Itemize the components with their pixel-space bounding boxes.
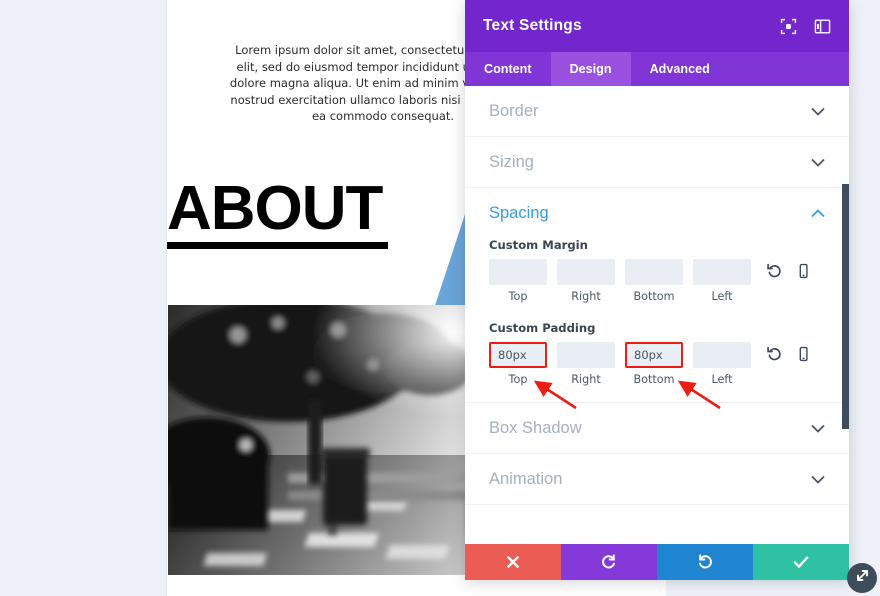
reset-icon[interactable] [767,346,782,362]
tab-design[interactable]: Design [550,52,631,86]
margin-top-caption: Top [508,290,528,303]
section-sizing: Sizing [465,137,849,188]
padding-row-actions [767,342,811,362]
custom-padding-label: Custom Padding [489,321,596,335]
section-box-shadow: Box Shadow [465,403,849,454]
tab-advanced[interactable]: Advanced [631,52,729,86]
resize-icon [854,567,871,589]
padding-left-input[interactable] [693,342,751,368]
section-border-header[interactable]: Border [489,86,825,136]
section-spacing-header[interactable]: Spacing [489,188,825,238]
responsive-icon[interactable] [796,346,811,362]
panel-scrollbar-thumb[interactable] [842,184,849,429]
section-animation: Animation [465,454,849,505]
section-animation-header[interactable]: Animation [489,454,825,504]
margin-right-caption: Right [571,290,601,303]
padding-top-input[interactable] [489,342,547,368]
page-left-border [166,0,167,596]
check-icon [793,555,809,569]
margin-left-input[interactable] [693,259,751,285]
section-box-shadow-label: Box Shadow [489,418,582,437]
tab-content-label: Content [484,62,532,76]
undo-button[interactable] [561,544,657,580]
section-sizing-header[interactable]: Sizing [489,137,825,187]
margin-right-input[interactable] [557,259,615,285]
panel-bottom-spacer [465,505,849,544]
chevron-down-icon[interactable] [811,158,825,167]
chevron-down-icon[interactable] [811,107,825,116]
undo-icon [601,554,617,570]
chevron-down-icon[interactable] [811,424,825,433]
margin-row-actions [767,259,811,279]
section-spacing: Spacing Custom Margin Top Right Bottom L… [465,188,849,403]
panel-header-actions [780,18,831,35]
screenshot-root: Lorem ipsum dolor sit amet, consectetur … [0,0,880,596]
margin-left-caption: Left [711,290,733,303]
reset-icon[interactable] [767,263,782,279]
cancel-button[interactable] [465,544,561,580]
margin-left-field: Left [693,259,751,303]
padding-right-field: Right [557,342,615,386]
padding-top-caption: Top [508,373,528,386]
section-animation-label: Animation [489,469,563,488]
tab-content[interactable]: Content [465,52,551,86]
margin-bottom-field: Bottom [625,259,683,303]
resize-handle[interactable] [847,563,877,593]
focus-icon[interactable] [780,18,797,35]
padding-right-input[interactable] [557,342,615,368]
section-box-shadow-header[interactable]: Box Shadow [489,403,825,453]
margin-top-input[interactable] [489,259,547,285]
margin-top-field: Top [489,259,547,303]
page-title: ABOUT [167,174,383,243]
section-sizing-label: Sizing [489,152,534,171]
text-settings-panel: Text Settings Content Design Advanced Bo… [465,0,849,580]
panel-footer [465,544,849,580]
tab-advanced-label: Advanced [649,62,710,76]
section-spacing-label: Spacing [489,203,549,222]
redo-button[interactable] [657,544,753,580]
section-border-label: Border [489,101,539,120]
padding-left-field: Left [693,342,751,386]
padding-right-caption: Right [571,373,601,386]
padding-left-caption: Left [711,373,733,386]
save-button[interactable] [753,544,849,580]
margin-bottom-input[interactable] [625,259,683,285]
padding-bottom-caption: Bottom [633,373,675,386]
custom-margin-row: Top Right Bottom Left [489,259,825,303]
padding-bottom-field: Bottom [625,342,683,386]
padding-top-field: Top [489,342,547,386]
chevron-down-icon[interactable] [811,475,825,484]
spacing-content: Custom Margin Top Right Bottom Left Cust… [489,238,825,402]
panel-title: Text Settings [483,17,582,34]
panel-tabs: Content Design Advanced [465,52,849,86]
panel-header: Text Settings [465,0,849,52]
panel-scrollbar-track[interactable] [842,86,849,544]
custom-padding-row: Top Right Bottom Left [489,342,825,386]
chevron-up-icon[interactable] [811,208,825,218]
margin-right-field: Right [557,259,615,303]
responsive-icon[interactable] [796,263,811,279]
custom-margin-label: Custom Margin [489,238,588,252]
heading-underline [167,242,388,249]
panel-body: Border Sizing Spacing Custom Margin Top … [465,86,849,544]
padding-bottom-input[interactable] [625,342,683,368]
close-icon [506,555,520,569]
section-border: Border [465,86,849,137]
tab-design-label: Design [569,62,612,76]
redo-icon [697,554,713,570]
margin-bottom-caption: Bottom [633,290,675,303]
layout-panel-icon[interactable] [814,18,831,35]
